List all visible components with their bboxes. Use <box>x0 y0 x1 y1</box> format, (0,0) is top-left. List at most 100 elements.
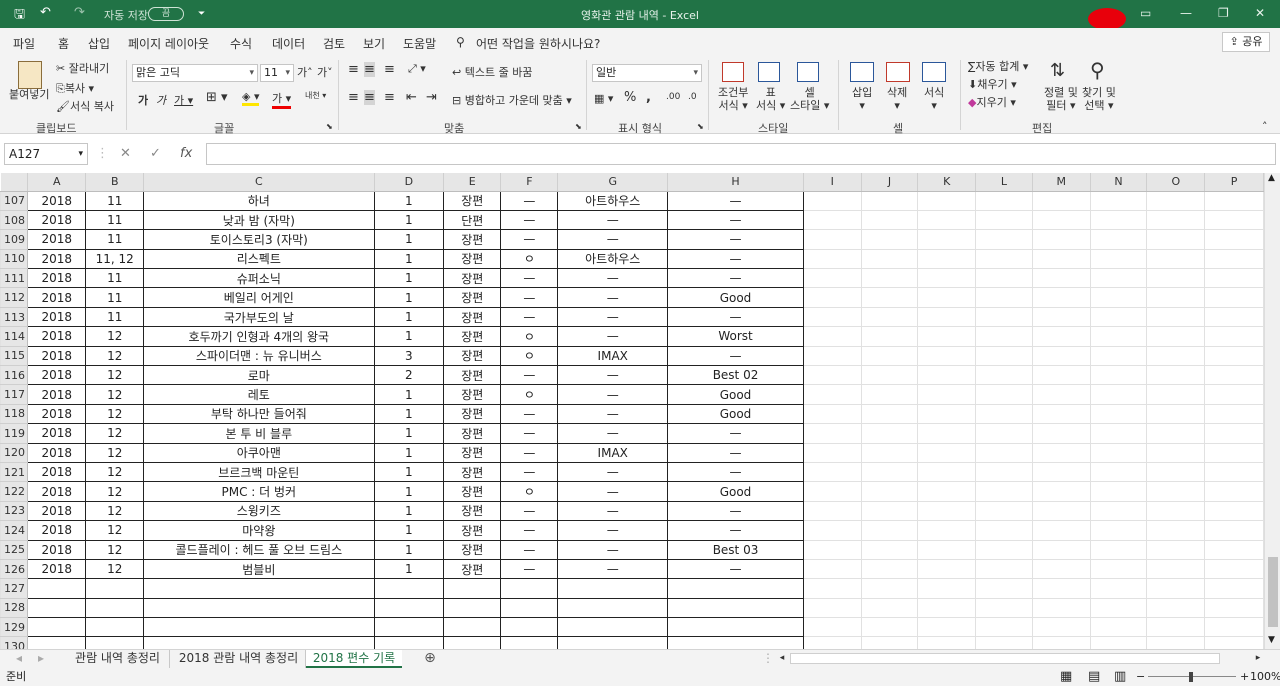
cell-e[interactable]: 장편 <box>443 558 502 580</box>
cell-empty[interactable] <box>917 287 977 308</box>
cell-empty[interactable] <box>802 636 862 649</box>
cell-c[interactable] <box>143 636 375 649</box>
cell-styles-button[interactable]: 셀 스타일 ▾ <box>790 86 829 112</box>
cell-a[interactable]: 2018 <box>26 558 87 580</box>
cell-empty[interactable] <box>860 423 919 444</box>
align-left-icon[interactable]: ≡ <box>348 90 359 105</box>
cell-empty[interactable] <box>802 617 862 638</box>
cell-e[interactable] <box>443 636 502 649</box>
cell-a[interactable]: 2018 <box>26 190 87 211</box>
cell-d[interactable]: 1 <box>373 306 445 328</box>
cell-empty[interactable] <box>975 617 1033 638</box>
cell-d[interactable]: 1 <box>373 384 445 405</box>
cell-c[interactable]: 리스펙트 <box>143 248 375 270</box>
cell-e[interactable] <box>443 617 502 638</box>
accounting-format-icon[interactable]: ▦ ▾ <box>594 92 613 105</box>
cell-e[interactable]: 장편 <box>443 268 502 289</box>
paste-icon[interactable] <box>18 61 42 89</box>
cell-empty[interactable] <box>1031 539 1091 560</box>
cell-empty[interactable] <box>1031 481 1091 502</box>
cell-empty[interactable] <box>1089 229 1148 250</box>
cell-empty[interactable] <box>1146 326 1206 347</box>
cell-e[interactable] <box>443 597 502 619</box>
cell-empty[interactable] <box>1089 442 1148 463</box>
cell-b[interactable]: 12 <box>85 481 145 502</box>
cell-empty[interactable] <box>1146 520 1206 541</box>
cell-empty[interactable] <box>1204 520 1264 541</box>
cell-empty[interactable] <box>1146 209 1206 231</box>
cell-empty[interactable] <box>860 365 919 386</box>
cell-empty[interactable] <box>1089 578 1148 599</box>
cell-h[interactable]: — <box>667 229 804 250</box>
row-header[interactable]: 124 <box>0 520 28 541</box>
minimize-icon[interactable]: — <box>1180 6 1192 20</box>
cell-b[interactable]: 11, 12 <box>85 248 145 270</box>
cell-e[interactable]: 장편 <box>443 442 502 463</box>
cell-empty[interactable] <box>917 306 977 328</box>
column-header-h[interactable]: H <box>667 173 804 192</box>
cell-empty[interactable] <box>860 326 919 347</box>
cell-d[interactable]: 1 <box>373 423 445 444</box>
cell-g[interactable]: — <box>557 306 669 328</box>
cell-empty[interactable] <box>802 539 862 560</box>
cancel-icon[interactable]: ✕ <box>120 146 131 161</box>
cell-empty[interactable] <box>975 384 1033 405</box>
cell-d[interactable]: 2 <box>373 365 445 386</box>
cell-empty[interactable] <box>917 578 977 599</box>
cell-g[interactable] <box>557 597 669 619</box>
column-header-a[interactable]: A <box>27 173 87 192</box>
cell-h[interactable]: — <box>667 520 804 541</box>
cell-empty[interactable] <box>1204 597 1264 619</box>
column-header-d[interactable]: D <box>374 173 445 192</box>
cell-h[interactable]: Good <box>667 287 804 308</box>
cell-c[interactable]: 토이스토리3 (자막) <box>143 229 375 250</box>
cell-empty[interactable] <box>975 403 1033 425</box>
cell-f[interactable]: — <box>500 403 559 425</box>
cell-g[interactable] <box>557 636 669 649</box>
cell-empty[interactable] <box>1146 500 1206 522</box>
cell-a[interactable] <box>26 578 87 599</box>
cell-a[interactable]: 2018 <box>26 268 87 289</box>
cell-empty[interactable] <box>860 306 919 328</box>
cell-c[interactable]: 부탁 하나만 들어줘 <box>143 403 375 425</box>
cell-h[interactable]: — <box>667 558 804 580</box>
cell-b[interactable]: 12 <box>85 500 145 522</box>
cell-a[interactable]: 2018 <box>26 403 87 425</box>
cell-c[interactable] <box>143 578 375 599</box>
column-header-e[interactable]: E <box>443 173 502 192</box>
cell-a[interactable]: 2018 <box>26 500 87 522</box>
tab-file[interactable]: 파일 <box>13 35 35 52</box>
column-header-b[interactable]: B <box>85 173 145 192</box>
cell-empty[interactable] <box>1031 287 1091 308</box>
row-header[interactable]: 107 <box>0 190 28 211</box>
cell-empty[interactable] <box>1031 268 1091 289</box>
cell-empty[interactable] <box>917 384 977 405</box>
cell-empty[interactable] <box>802 306 862 328</box>
cell-e[interactable]: 장편 <box>443 287 502 308</box>
cell-h[interactable]: Best 02 <box>667 365 804 386</box>
cell-e[interactable]: 장편 <box>443 423 502 444</box>
cell-g[interactable]: — <box>557 423 669 444</box>
cell-empty[interactable] <box>1089 248 1148 270</box>
column-header-j[interactable]: J <box>861 173 919 192</box>
font-color-icon[interactable]: 가 ▾ <box>272 90 292 109</box>
row-header[interactable]: 117 <box>0 384 28 405</box>
font-size-select[interactable]: 11 <box>260 64 294 82</box>
cell-empty[interactable] <box>975 268 1033 289</box>
tab-home[interactable]: 홈 <box>58 35 70 58</box>
row-header[interactable]: 120 <box>0 442 28 463</box>
cell-a[interactable]: 2018 <box>26 248 87 270</box>
cell-empty[interactable] <box>802 248 862 270</box>
cell-b[interactable]: 11 <box>85 268 145 289</box>
alignment-dialog-icon[interactable]: ⬊ <box>575 122 582 131</box>
cell-empty[interactable] <box>802 190 862 211</box>
cell-e[interactable]: 장편 <box>443 345 502 367</box>
cell-g[interactable]: — <box>557 365 669 386</box>
cell-empty[interactable] <box>975 481 1033 502</box>
row-header[interactable]: 125 <box>0 539 28 560</box>
cell-f[interactable] <box>500 597 559 619</box>
vertical-scrollbar[interactable]: ▲ ▼ <box>1264 173 1280 649</box>
cell-empty[interactable] <box>1089 617 1148 638</box>
cell-empty[interactable] <box>1031 403 1091 425</box>
cell-d[interactable]: 1 <box>373 558 445 580</box>
